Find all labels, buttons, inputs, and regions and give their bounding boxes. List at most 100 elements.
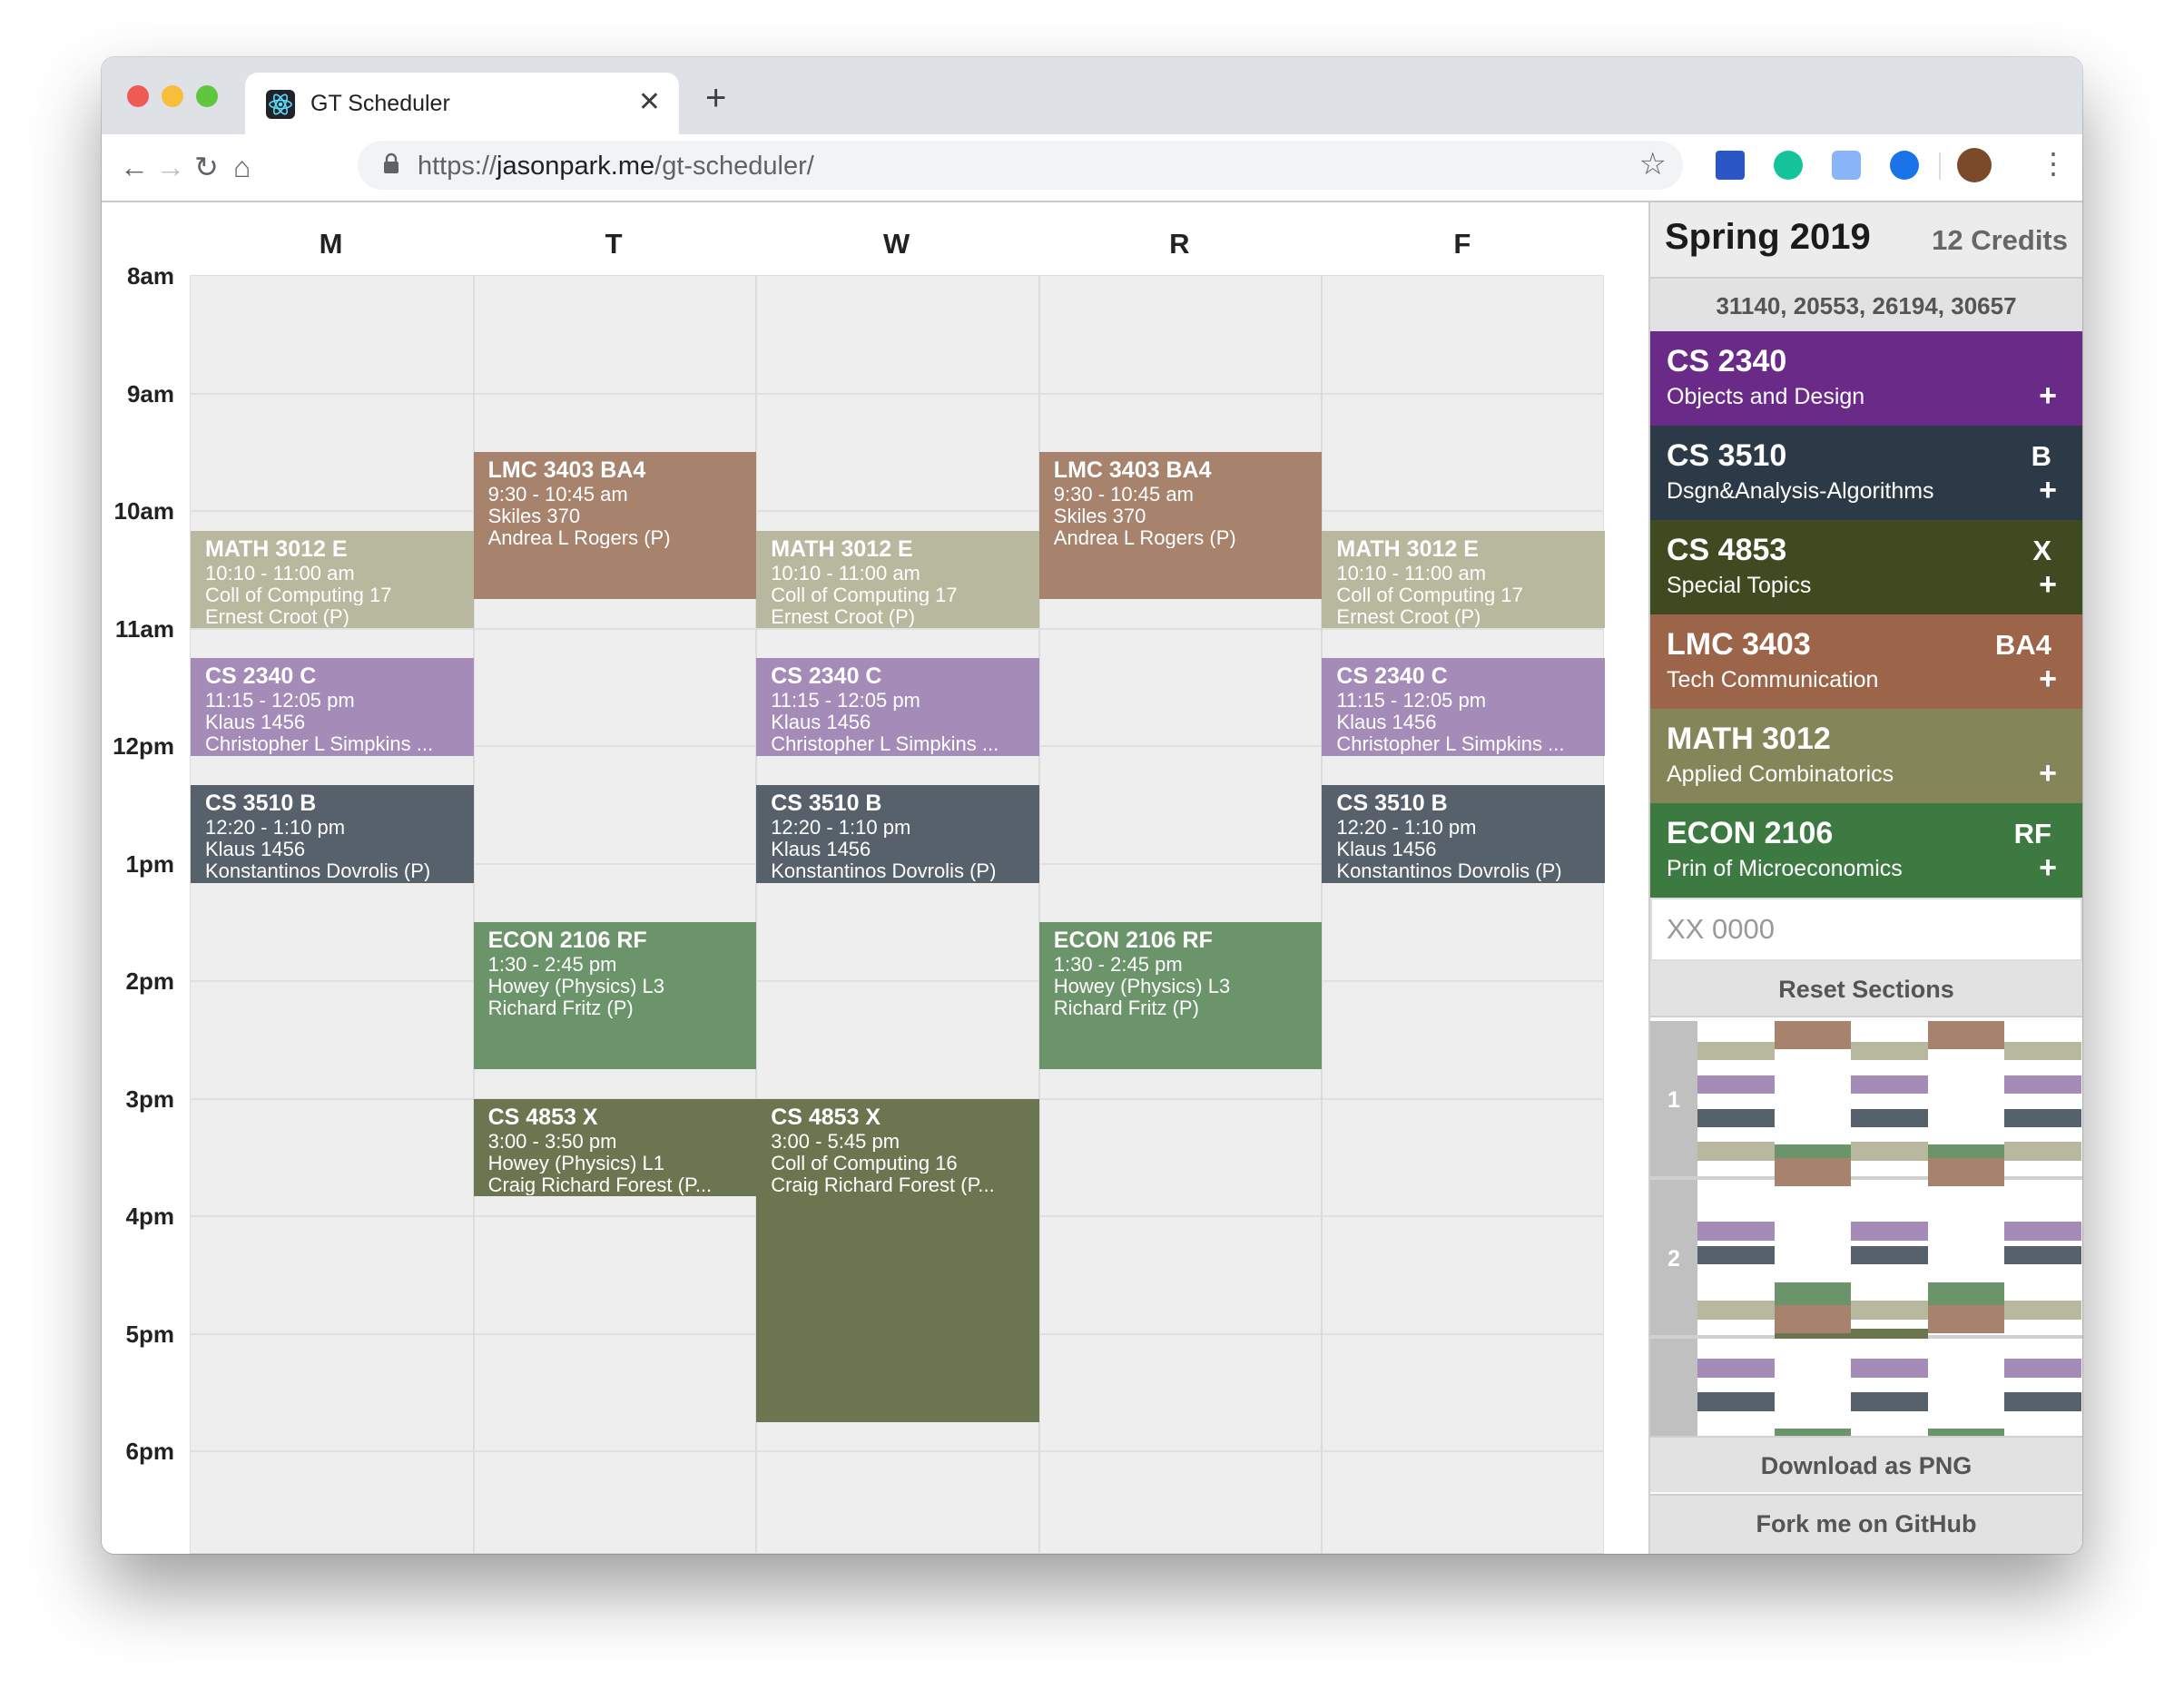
combination-list[interactable]: 123 [1650,1021,2082,1436]
mini-meeting-block [1851,1041,1928,1061]
minimize-window-button[interactable] [162,85,183,107]
maximize-window-button[interactable] [196,85,218,107]
meeting-time: 3:00 - 5:45 pm [771,1131,900,1152]
course-meeting-block[interactable]: CS 4853 X 3:00 - 5:45 pm Coll of Computing… [756,1098,1039,1422]
course-card[interactable]: CS 3510 B Dsgn&Analysis-Algorithms + [1650,426,2082,520]
course-card[interactable]: ECON 2106 RF Prin of Microeconomics + [1650,803,2082,898]
meeting-time: 12:20 - 1:10 pm [771,818,911,839]
meeting-location: Coll of Computing 17 [205,584,392,605]
meeting-time: 11:15 - 12:05 pm [771,690,920,711]
new-tab-button[interactable]: + [705,80,726,116]
meeting-course: CS 2340 C [771,663,882,689]
combination-number: 1 [1650,1021,1697,1176]
meeting-time: 1:30 - 2:45 pm [487,955,617,976]
course-section: X [2032,535,2051,566]
course-meeting-block[interactable]: ECON 2106 RF 1:30 - 2:45 pm Howey (Physics… [1038,922,1323,1070]
meeting-instructor: Andrea L Rogers (P) [487,528,671,549]
add-section-icon[interactable]: + [2039,850,2057,886]
mini-meeting-block [1851,1392,1928,1411]
add-section-icon[interactable]: + [2039,473,2057,508]
course-meeting-block[interactable]: CS 2340 C 11:15 - 12:05 pm Klaus 1456 Chris… [191,657,474,756]
grammarly-icon[interactable] [1774,151,1803,180]
course-name: Special Topics [1667,573,1812,598]
page-content: MTWRF 8am 9am 10am 11am 12pm 1pm 2pm 3pm 4pm 5pm 6… [102,202,2082,1554]
add-section-icon[interactable]: + [2039,567,2057,603]
add-section-icon[interactable]: + [2039,756,2057,791]
reset-sections-button[interactable]: Reset Sections [1650,961,2082,1017]
calendar: M T W R F 8am 9am 10am 11am 12pm 1pm 2pm 3pm 4pm 5pm 6… [102,202,1645,1554]
credits-count: 12 Credits [1932,224,2068,256]
add-section-icon[interactable]: + [2039,378,2057,414]
hour-label: 10am [113,497,175,525]
extension-icon[interactable] [1890,151,1919,180]
course-meeting-block[interactable]: MATH 3012 E 10:10 - 11:00 am Coll of Compu… [1322,530,1605,629]
bookmark-star-icon[interactable]: ☆ [1639,146,1667,182]
course-meeting-block[interactable]: MATH 3012 E 10:10 - 11:00 am Coll of Compu… [191,530,474,629]
course-section: BA4 [1994,629,2051,661]
close-tab-icon[interactable]: ✕ [638,86,661,118]
profile-avatar[interactable] [1957,148,1992,182]
combination-item[interactable]: 3 [1650,1300,2082,1436]
course-meeting-block[interactable]: LMC 3403 BA4 9:30 - 10:45 am Skiles 370 And… [473,452,757,600]
mini-meeting-block [1697,1300,1775,1320]
semester-header[interactable]: Spring 2019 12 Credits [1650,202,2082,277]
mini-meeting-block [1927,1021,2005,1049]
mini-meeting-block [1774,1428,1852,1436]
mini-meeting-block [2004,1245,2081,1265]
course-card[interactable]: LMC 3403 BA4 Tech Communication + [1650,614,2082,709]
add-course-input[interactable] [1650,898,2082,961]
meeting-time: 12:20 - 1:10 pm [205,818,346,839]
course-meeting-block[interactable]: ECON 2106 RF 1:30 - 2:45 pm Howey (Physics… [473,922,757,1070]
course-section: RF [2013,818,2051,850]
tab-title: GT Scheduler [310,91,450,116]
github-link[interactable]: Fork me on GitHub [1650,1494,2082,1554]
meeting-course: MATH 3012 E [1336,535,1479,562]
meeting-course: CS 4853 X [487,1104,598,1130]
course-meeting-block[interactable]: CS 3510 B 12:20 - 1:10 pm Klaus 1456 Konsta… [756,785,1039,884]
course-meeting-block[interactable]: CS 3510 B 12:20 - 1:10 pm Klaus 1456 Konsta… [1322,785,1605,884]
translate-icon[interactable] [1832,151,1861,180]
mini-meeting-block [1697,1108,1775,1128]
course-id: CS 2340 [1667,344,1787,378]
extension-icon[interactable] [1716,151,1745,180]
course-meeting-block[interactable]: CS 3510 B 12:20 - 1:10 pm Klaus 1456 Konsta… [191,785,474,884]
meeting-location: Klaus 1456 [205,840,306,860]
home-icon[interactable]: ⌂ [233,151,251,183]
course-meeting-block[interactable]: CS 2340 C 11:15 - 12:05 pm Klaus 1456 Chris… [1322,657,1605,756]
add-section-icon[interactable]: + [2039,662,2057,697]
tab-bar: GT Scheduler ✕ + [102,57,2082,136]
back-icon[interactable]: ← [120,151,149,183]
course-meeting-block[interactable]: LMC 3403 BA4 9:30 - 10:45 am Skiles 370 And… [1038,452,1323,600]
meeting-location: Coll of Computing 16 [771,1153,958,1174]
meeting-time: 1:30 - 2:45 pm [1053,955,1183,976]
course-name: Tech Communication [1667,667,1879,692]
reload-icon[interactable]: ↻ [194,151,219,183]
close-window-button[interactable] [127,85,149,107]
meeting-location: Howey (Physics) L1 [487,1153,664,1174]
mini-meeting-block [2004,1392,2081,1411]
meeting-course: CS 3510 B [771,791,882,817]
semester-title[interactable]: Spring 2019 [1665,217,1871,258]
course-card[interactable]: MATH 3012 Applied Combinatorics + [1650,709,2082,803]
hour-label: 5pm [125,1320,174,1348]
course-meeting-block[interactable]: CS 4853 X 3:00 - 3:50 pm Howey (Physics) L… [473,1098,757,1197]
crn-list[interactable]: 31140, 20553, 26194, 30657 [1650,277,2082,331]
url-scheme: https:// [418,152,497,181]
address-bar[interactable]: https://jasonpark.me/gt-scheduler/ ☆ [358,141,1683,190]
meeting-location: Klaus 1456 [1336,840,1437,860]
meeting-course: CS 4853 X [771,1104,881,1130]
meeting-instructor: Konstantinos Dovrolis (P) [205,861,431,882]
kebab-menu-icon[interactable]: ⋮ [2039,147,2068,180]
course-meeting-block[interactable]: MATH 3012 E 10:10 - 11:00 am Coll of Compu… [756,530,1039,629]
mini-meeting-block [2004,1300,2081,1320]
meeting-time: 12:20 - 1:10 pm [1336,818,1477,839]
mini-meeting-block [2004,1359,2081,1378]
course-card[interactable]: CS 4853 X Special Topics + [1650,520,2082,614]
download-png-button[interactable]: Download as PNG [1650,1436,2082,1492]
course-meeting-block[interactable]: CS 2340 C 11:15 - 12:05 pm Klaus 1456 Chris… [756,657,1039,756]
course-card[interactable]: CS 2340 Objects and Design + [1650,331,2082,426]
browser-tab[interactable]: GT Scheduler ✕ [245,73,679,136]
forward-icon[interactable]: → [156,151,185,183]
meeting-location: Coll of Computing 17 [1336,584,1523,605]
course-id: CS 4853 [1667,533,1787,567]
